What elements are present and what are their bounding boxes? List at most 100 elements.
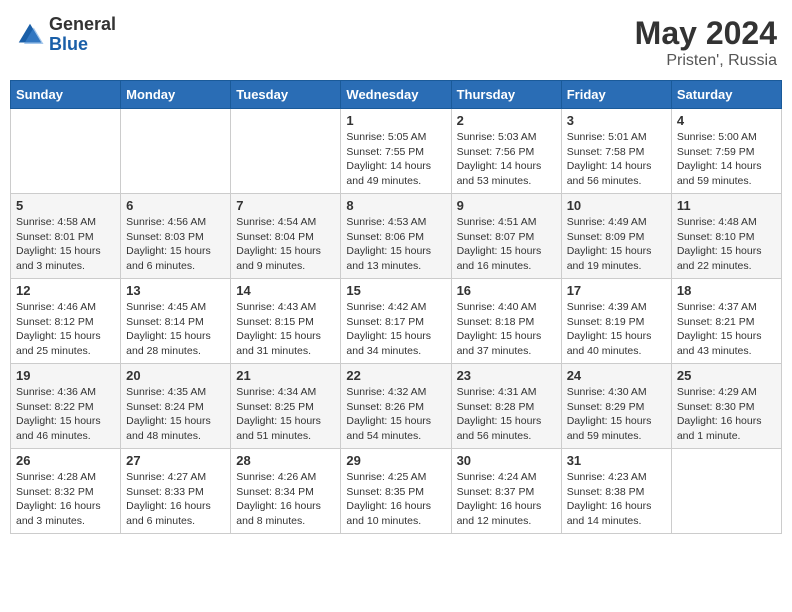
logo-blue: Blue bbox=[49, 35, 116, 55]
day-info: Sunrise: 4:28 AMSunset: 8:32 PMDaylight:… bbox=[16, 470, 115, 529]
day-number: 15 bbox=[346, 283, 445, 298]
day-info: Sunrise: 4:36 AMSunset: 8:22 PMDaylight:… bbox=[16, 385, 115, 444]
day-info: Sunrise: 5:03 AMSunset: 7:56 PMDaylight:… bbox=[457, 130, 556, 189]
calendar-cell: 25Sunrise: 4:29 AMSunset: 8:30 PMDayligh… bbox=[671, 364, 781, 449]
day-number: 11 bbox=[677, 198, 776, 213]
calendar-cell: 5 Sunrise: 4:58 AMSunset: 8:01 PMDaylight… bbox=[11, 194, 121, 279]
day-info: Sunrise: 4:53 AMSunset: 8:06 PMDaylight:… bbox=[346, 215, 445, 274]
day-info: Sunrise: 4:23 AMSunset: 8:38 PMDaylight:… bbox=[567, 470, 666, 529]
logo: General Blue bbox=[15, 15, 116, 55]
day-number: 6 bbox=[126, 198, 225, 213]
calendar-cell: 9 Sunrise: 4:51 AMSunset: 8:07 PMDaylight… bbox=[451, 194, 561, 279]
day-info: Sunrise: 4:46 AMSunset: 8:12 PMDaylight:… bbox=[16, 300, 115, 359]
day-number: 29 bbox=[346, 453, 445, 468]
day-info: Sunrise: 4:25 AMSunset: 8:35 PMDaylight:… bbox=[346, 470, 445, 529]
calendar-cell: 16 Sunrise: 4:40 AMSunset: 8:18 PMDayligh… bbox=[451, 279, 561, 364]
weekday-header-wednesday: Wednesday bbox=[341, 81, 451, 109]
day-number: 12 bbox=[16, 283, 115, 298]
logo-icon bbox=[15, 20, 45, 50]
calendar-cell: 13 Sunrise: 4:45 AMSunset: 8:14 PMDayligh… bbox=[121, 279, 231, 364]
logo-general: General bbox=[49, 15, 116, 35]
calendar-cell bbox=[231, 109, 341, 194]
day-info: Sunrise: 4:54 AMSunset: 8:04 PMDaylight:… bbox=[236, 215, 335, 274]
calendar-cell: 17 Sunrise: 4:39 AMSunset: 8:19 PMDayligh… bbox=[561, 279, 671, 364]
location: Pristen', Russia bbox=[635, 52, 777, 70]
calendar-cell: 31 Sunrise: 4:23 AMSunset: 8:38 PMDayligh… bbox=[561, 449, 671, 534]
day-info: Sunrise: 4:39 AMSunset: 8:19 PMDaylight:… bbox=[567, 300, 666, 359]
calendar-cell: 19 Sunrise: 4:36 AMSunset: 8:22 PMDayligh… bbox=[11, 364, 121, 449]
calendar-cell: 3 Sunrise: 5:01 AMSunset: 7:58 PMDaylight… bbox=[561, 109, 671, 194]
weekday-header-row: SundayMondayTuesdayWednesdayThursdayFrid… bbox=[11, 81, 782, 109]
logo-text: General Blue bbox=[49, 15, 116, 55]
calendar-cell: 14Sunrise: 4:43 AMSunset: 8:15 PMDayligh… bbox=[231, 279, 341, 364]
calendar-cell: 15 Sunrise: 4:42 AMSunset: 8:17 PMDayligh… bbox=[341, 279, 451, 364]
week-row-1: 1Sunrise: 5:05 AMSunset: 7:55 PMDaylight… bbox=[11, 109, 782, 194]
day-number: 7 bbox=[236, 198, 335, 213]
day-info: Sunrise: 4:37 AMSunset: 8:21 PMDaylight:… bbox=[677, 300, 776, 359]
day-number: 16 bbox=[457, 283, 556, 298]
calendar-cell: 29 Sunrise: 4:25 AMSunset: 8:35 PMDayligh… bbox=[341, 449, 451, 534]
day-number: 3 bbox=[567, 113, 666, 128]
day-info: Sunrise: 4:49 AMSunset: 8:09 PMDaylight:… bbox=[567, 215, 666, 274]
page-header: General Blue May 2024 Pristen', Russia bbox=[10, 10, 782, 70]
calendar-cell: 27Sunrise: 4:27 AMSunset: 8:33 PMDayligh… bbox=[121, 449, 231, 534]
day-number: 5 bbox=[16, 198, 115, 213]
day-number: 2 bbox=[457, 113, 556, 128]
week-row-3: 12 Sunrise: 4:46 AMSunset: 8:12 PMDayligh… bbox=[11, 279, 782, 364]
calendar-cell: 23Sunrise: 4:31 AMSunset: 8:28 PMDayligh… bbox=[451, 364, 561, 449]
calendar-cell bbox=[121, 109, 231, 194]
calendar-cell: 8Sunrise: 4:53 AMSunset: 8:06 PMDaylight… bbox=[341, 194, 451, 279]
day-info: Sunrise: 4:26 AMSunset: 8:34 PMDaylight:… bbox=[236, 470, 335, 529]
day-number: 24 bbox=[567, 368, 666, 383]
day-info: Sunrise: 4:27 AMSunset: 8:33 PMDaylight:… bbox=[126, 470, 225, 529]
day-info: Sunrise: 4:34 AMSunset: 8:25 PMDaylight:… bbox=[236, 385, 335, 444]
day-number: 14 bbox=[236, 283, 335, 298]
day-info: Sunrise: 5:01 AMSunset: 7:58 PMDaylight:… bbox=[567, 130, 666, 189]
weekday-header-saturday: Saturday bbox=[671, 81, 781, 109]
day-number: 13 bbox=[126, 283, 225, 298]
day-number: 22 bbox=[346, 368, 445, 383]
day-info: Sunrise: 4:45 AMSunset: 8:14 PMDaylight:… bbox=[126, 300, 225, 359]
week-row-2: 5 Sunrise: 4:58 AMSunset: 8:01 PMDaylight… bbox=[11, 194, 782, 279]
week-row-5: 26 Sunrise: 4:28 AMSunset: 8:32 PMDayligh… bbox=[11, 449, 782, 534]
day-number: 19 bbox=[16, 368, 115, 383]
calendar-cell: 18 Sunrise: 4:37 AMSunset: 8:21 PMDayligh… bbox=[671, 279, 781, 364]
day-number: 18 bbox=[677, 283, 776, 298]
calendar-cell: 20 Sunrise: 4:35 AMSunset: 8:24 PMDayligh… bbox=[121, 364, 231, 449]
calendar-cell: 10Sunrise: 4:49 AMSunset: 8:09 PMDayligh… bbox=[561, 194, 671, 279]
day-info: Sunrise: 4:32 AMSunset: 8:26 PMDaylight:… bbox=[346, 385, 445, 444]
day-info: Sunrise: 4:29 AMSunset: 8:30 PMDaylight:… bbox=[677, 385, 776, 444]
day-number: 31 bbox=[567, 453, 666, 468]
day-info: Sunrise: 4:35 AMSunset: 8:24 PMDaylight:… bbox=[126, 385, 225, 444]
calendar-cell: 30 Sunrise: 4:24 AMSunset: 8:37 PMDayligh… bbox=[451, 449, 561, 534]
day-number: 20 bbox=[126, 368, 225, 383]
day-info: Sunrise: 4:42 AMSunset: 8:17 PMDaylight:… bbox=[346, 300, 445, 359]
calendar-cell: 26 Sunrise: 4:28 AMSunset: 8:32 PMDayligh… bbox=[11, 449, 121, 534]
calendar-cell: 24Sunrise: 4:30 AMSunset: 8:29 PMDayligh… bbox=[561, 364, 671, 449]
day-info: Sunrise: 4:51 AMSunset: 8:07 PMDaylight:… bbox=[457, 215, 556, 274]
calendar-cell: 11Sunrise: 4:48 AMSunset: 8:10 PMDayligh… bbox=[671, 194, 781, 279]
day-number: 30 bbox=[457, 453, 556, 468]
day-info: Sunrise: 4:58 AMSunset: 8:01 PMDaylight:… bbox=[16, 215, 115, 274]
calendar-cell: 6Sunrise: 4:56 AMSunset: 8:03 PMDaylight… bbox=[121, 194, 231, 279]
weekday-header-thursday: Thursday bbox=[451, 81, 561, 109]
calendar-cell: 1Sunrise: 5:05 AMSunset: 7:55 PMDaylight… bbox=[341, 109, 451, 194]
calendar-cell: 12 Sunrise: 4:46 AMSunset: 8:12 PMDayligh… bbox=[11, 279, 121, 364]
day-number: 23 bbox=[457, 368, 556, 383]
weekday-header-tuesday: Tuesday bbox=[231, 81, 341, 109]
day-number: 9 bbox=[457, 198, 556, 213]
day-info: Sunrise: 4:40 AMSunset: 8:18 PMDaylight:… bbox=[457, 300, 556, 359]
day-number: 21 bbox=[236, 368, 335, 383]
day-info: Sunrise: 4:24 AMSunset: 8:37 PMDaylight:… bbox=[457, 470, 556, 529]
calendar-cell: 4Sunrise: 5:00 AMSunset: 7:59 PMDaylight… bbox=[671, 109, 781, 194]
calendar-cell: 28Sunrise: 4:26 AMSunset: 8:34 PMDayligh… bbox=[231, 449, 341, 534]
calendar-cell: 7 Sunrise: 4:54 AMSunset: 8:04 PMDaylight… bbox=[231, 194, 341, 279]
calendar-cell: 2 Sunrise: 5:03 AMSunset: 7:56 PMDaylight… bbox=[451, 109, 561, 194]
calendar-cell bbox=[671, 449, 781, 534]
day-number: 1 bbox=[346, 113, 445, 128]
weekday-header-monday: Monday bbox=[121, 81, 231, 109]
day-number: 17 bbox=[567, 283, 666, 298]
calendar-table: SundayMondayTuesdayWednesdayThursdayFrid… bbox=[10, 80, 782, 534]
day-number: 26 bbox=[16, 453, 115, 468]
day-number: 4 bbox=[677, 113, 776, 128]
